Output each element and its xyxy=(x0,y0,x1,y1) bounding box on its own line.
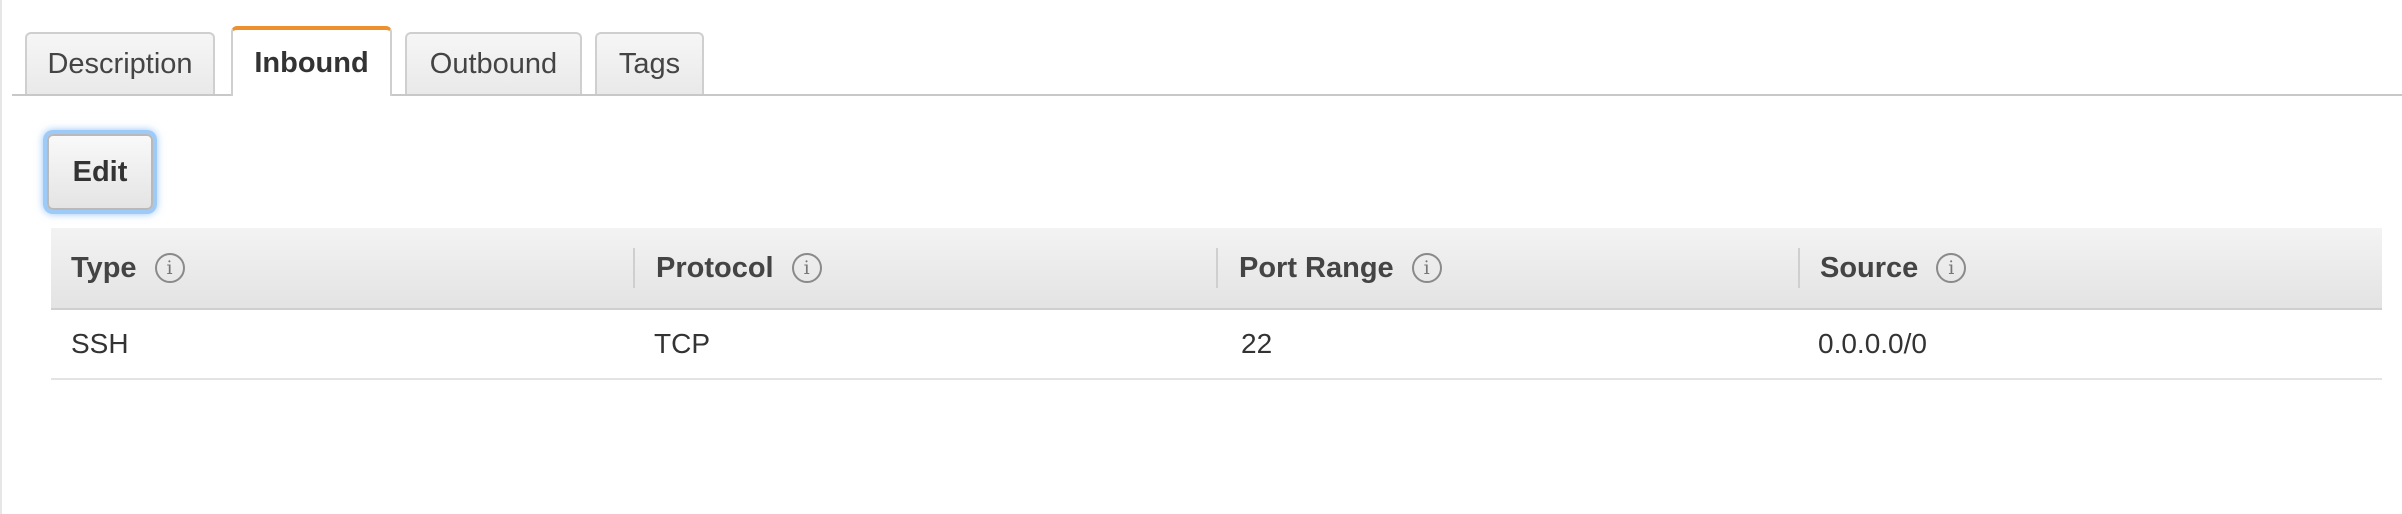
tab-outbound[interactable]: Outbound xyxy=(405,32,582,94)
cell-protocol: TCP xyxy=(654,328,710,359)
column-header-label: Protocol xyxy=(656,251,774,284)
tab-tags[interactable]: Tags xyxy=(595,32,704,94)
inbound-rules-table: Type i Protocol i Port Range i Source i … xyxy=(51,228,2382,380)
column-header-label: Type xyxy=(71,251,137,284)
column-header-label: Source xyxy=(1820,251,1919,284)
column-header-protocol: Protocol i xyxy=(656,228,822,308)
cell-source: 0.0.0.0/0 xyxy=(1818,328,1927,359)
column-header-port-range: Port Range i xyxy=(1239,228,1442,308)
column-header-label: Port Range xyxy=(1239,251,1394,284)
info-icon[interactable]: i xyxy=(791,253,822,283)
column-header-type: Type i xyxy=(71,228,185,308)
cell-port-range: 22 xyxy=(1241,328,1273,359)
column-divider[interactable] xyxy=(633,248,635,288)
info-icon[interactable]: i xyxy=(154,253,185,283)
column-header-source: Source i xyxy=(1820,228,1967,308)
left-border xyxy=(0,0,2,514)
tab-inbound[interactable]: Inbound xyxy=(231,26,392,96)
info-icon[interactable]: i xyxy=(1411,253,1442,283)
column-divider[interactable] xyxy=(1798,248,1800,288)
column-divider[interactable] xyxy=(1216,248,1218,288)
cell-type: SSH xyxy=(71,328,129,359)
table-header: Type i Protocol i Port Range i Source i xyxy=(51,228,2382,310)
table-row[interactable]: SSH TCP 22 0.0.0.0/0 xyxy=(51,310,2382,380)
edit-button[interactable]: Edit xyxy=(47,134,153,210)
tab-description[interactable]: Description xyxy=(25,32,215,94)
info-icon[interactable]: i xyxy=(1936,253,1967,283)
